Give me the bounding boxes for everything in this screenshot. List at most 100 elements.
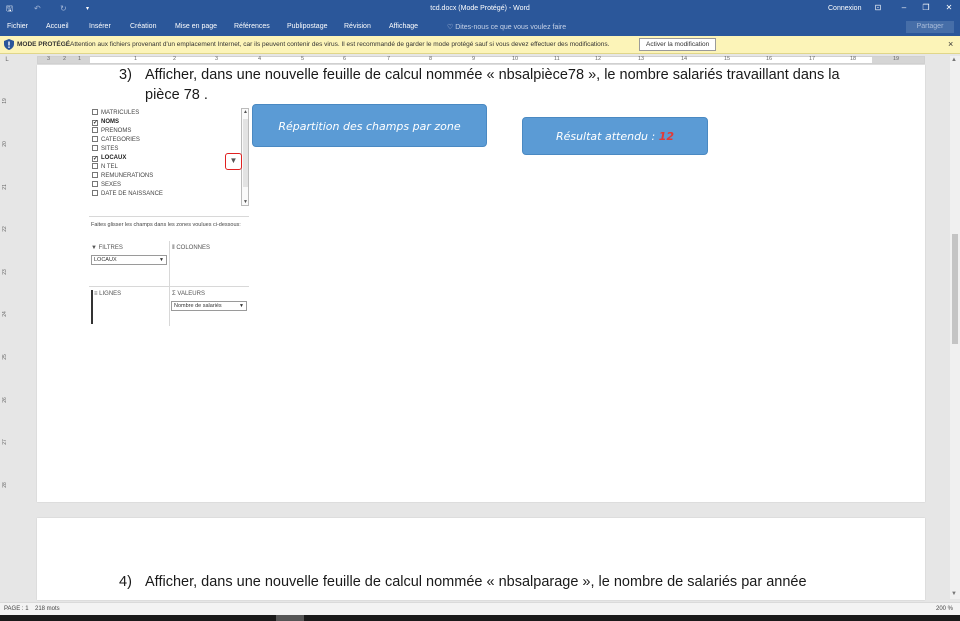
field-label: SITES <box>101 146 119 152</box>
lightbulb-icon: ♡ <box>447 24 456 31</box>
tell-me-box[interactable]: ♡ Dites-nous ce que vous voulez faire <box>447 23 566 31</box>
checkbox-icon[interactable] <box>92 136 98 142</box>
ruler-number: 25 <box>1 354 8 360</box>
field-label: LOCAUX <box>101 155 127 161</box>
ruler-number: 1 <box>78 56 82 62</box>
divider <box>169 241 170 326</box>
word-count[interactable]: 218 mots <box>35 606 60 612</box>
tab-accueil[interactable]: Accueil <box>46 23 69 30</box>
filter-zone-item[interactable]: LOCAUX ▼ <box>91 255 167 265</box>
field-item[interactable]: N TEL <box>92 163 118 171</box>
connexion-link[interactable]: Connexion <box>828 5 861 12</box>
ruler-number: 9 <box>472 56 476 62</box>
page-indicator[interactable]: PAGE : 1 <box>4 606 29 612</box>
tab-references[interactable]: Références <box>234 23 270 30</box>
ruler-number: 18 <box>850 56 857 62</box>
enable-editing-button[interactable]: Activer la modification <box>639 38 717 51</box>
question-number: 4) <box>119 574 132 590</box>
field-item[interactable]: MATRICULES <box>92 109 139 117</box>
share-button[interactable]: Partager <box>906 21 954 33</box>
shield-icon <box>4 39 14 50</box>
field-label: DATE DE NAISSANCE <box>101 191 163 197</box>
ribbon-display-icon[interactable]: ⊡ <box>871 3 885 12</box>
ribbon-tabs: Fichier Accueil Insérer Création Mise en… <box>0 18 960 36</box>
ruler-number: 22 <box>1 226 8 232</box>
scroll-up-icon[interactable]: ▲ <box>951 57 957 63</box>
checkbox-icon[interactable] <box>92 190 98 196</box>
callout-resultat: Résultat attendu : 12 <box>522 117 708 155</box>
tab-selector[interactable]: L <box>0 55 14 65</box>
columns-zone-label: COLONNES <box>176 245 210 251</box>
ruler-number: 20 <box>1 141 8 147</box>
field-item[interactable]: ✓ NOMS <box>92 118 119 126</box>
checkbox-checked-icon[interactable]: ✓ <box>92 120 98 126</box>
status-bar: PAGE : 1 218 mots 200 % <box>0 602 960 615</box>
filters-zone-title: ▼ FILTRES <box>91 245 123 251</box>
filter-item-label: LOCAUX <box>94 257 117 263</box>
checkbox-checked-icon[interactable]: ✓ <box>92 156 98 162</box>
scroll-down-icon[interactable]: ▼ <box>951 591 957 597</box>
field-label: REMUNERATIONS <box>101 173 154 179</box>
field-item[interactable]: SITES <box>92 145 118 153</box>
tab-affichage[interactable]: Affichage <box>389 23 418 30</box>
tab-inserer[interactable]: Insérer <box>89 23 111 30</box>
filter-zone-icon: ▼ <box>91 245 99 251</box>
zoom-level[interactable]: 200 % <box>936 606 953 612</box>
field-item[interactable]: CATEGORIES <box>92 136 140 144</box>
field-item[interactable]: ✓ LOCAUX <box>92 154 126 162</box>
ruler-number: 3 <box>215 56 219 62</box>
tab-mise-en-page[interactable]: Mise en page <box>175 23 217 30</box>
checkbox-icon[interactable] <box>92 145 98 151</box>
tab-revision[interactable]: Révision <box>344 23 371 30</box>
ruler-number: 14 <box>681 56 688 62</box>
field-list-scrollbar[interactable]: ▲ ▼ <box>241 108 249 206</box>
field-item[interactable]: PRENOMS <box>92 127 131 135</box>
horizontal-ruler[interactable]: 3 2 1 1 2 3 4 5 6 7 8 9 10 11 12 13 14 1… <box>37 56 925 64</box>
checkbox-icon[interactable] <box>92 181 98 187</box>
ruler-number: 27 <box>1 439 8 445</box>
tab-creation[interactable]: Création <box>130 23 156 30</box>
filter-icon[interactable]: ▼ <box>225 153 242 170</box>
values-zone-label: VALEURS <box>177 291 205 297</box>
dropdown-icon[interactable]: ▼ <box>239 302 244 311</box>
ruler-number: 13 <box>638 56 645 62</box>
field-item[interactable]: REMUNERATIONS <box>92 172 153 180</box>
checkbox-icon[interactable] <box>92 172 98 178</box>
scroll-up-icon[interactable]: ▲ <box>243 109 248 115</box>
close-bar-icon[interactable]: × <box>948 39 953 49</box>
field-item[interactable]: DATE DE NAISSANCE <box>92 190 163 198</box>
ruler-number: 21 <box>1 184 8 190</box>
taskbar-app[interactable] <box>276 615 304 621</box>
columns-zone-title: ⦀ COLONNES <box>172 245 210 252</box>
vertical-ruler[interactable]: 19 20 21 22 23 24 25 26 27 28 <box>2 66 12 496</box>
ruler-number: 4 <box>258 56 262 62</box>
ruler-number: 2 <box>173 56 177 62</box>
ruler-number: 8 <box>429 56 433 62</box>
ruler-number: 16 <box>766 56 773 62</box>
restore-icon[interactable]: ❐ <box>919 3 933 12</box>
scroll-thumb[interactable] <box>243 119 248 187</box>
document-page[interactable]: 4) Afficher, dans une nouvelle feuille d… <box>37 518 925 600</box>
scroll-down-icon[interactable]: ▼ <box>243 199 248 205</box>
share-label: Partager <box>916 23 944 30</box>
tab-publipostage[interactable]: Publipostage <box>287 23 327 30</box>
ruler-number: 28 <box>1 482 8 488</box>
tab-fichier[interactable]: Fichier <box>7 23 28 30</box>
taskbar <box>0 615 960 621</box>
dropdown-icon[interactable]: ▼ <box>159 256 164 265</box>
checkbox-icon[interactable] <box>92 127 98 133</box>
scroll-thumb[interactable] <box>952 234 958 344</box>
ruler-number: 6 <box>343 56 347 62</box>
field-label: MATRICULES <box>101 110 140 116</box>
minimize-icon[interactable]: – <box>897 3 911 12</box>
vertical-scrollbar[interactable]: ▲ ▼ <box>950 56 960 599</box>
field-label: N TEL <box>101 164 118 170</box>
drop-indicator <box>91 290 93 324</box>
checkbox-icon[interactable] <box>92 109 98 115</box>
field-item[interactable]: SEXES <box>92 181 121 189</box>
values-zone-item[interactable]: Nombre de salariés ▼ <box>171 301 247 311</box>
field-label: NOMS <box>101 119 119 125</box>
close-icon[interactable]: ✕ <box>942 3 956 12</box>
document-page[interactable]: 3) Afficher, dans une nouvelle feuille d… <box>37 65 925 502</box>
checkbox-icon[interactable] <box>92 163 98 169</box>
